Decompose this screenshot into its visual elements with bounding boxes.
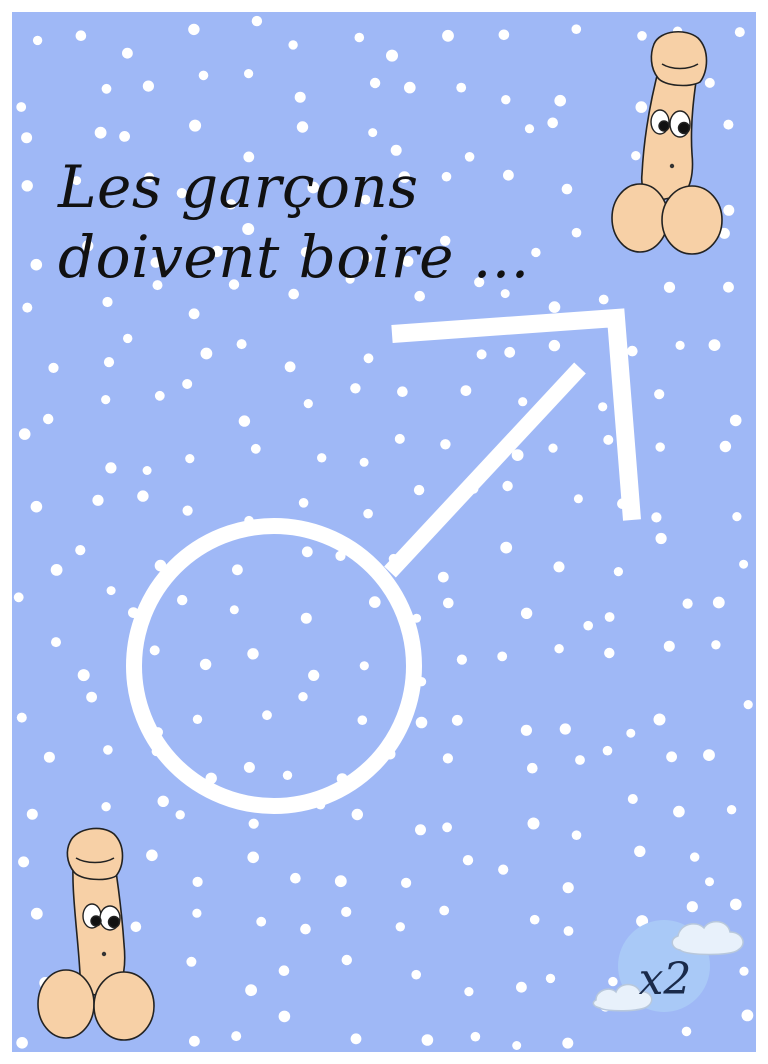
mascot-bottom-icon <box>37 827 155 1041</box>
multiplier-label: x2 <box>638 954 692 1005</box>
drink-card: Les garçons doivent boire ... x2 <box>12 12 756 1052</box>
mascot-top-icon <box>611 31 723 255</box>
